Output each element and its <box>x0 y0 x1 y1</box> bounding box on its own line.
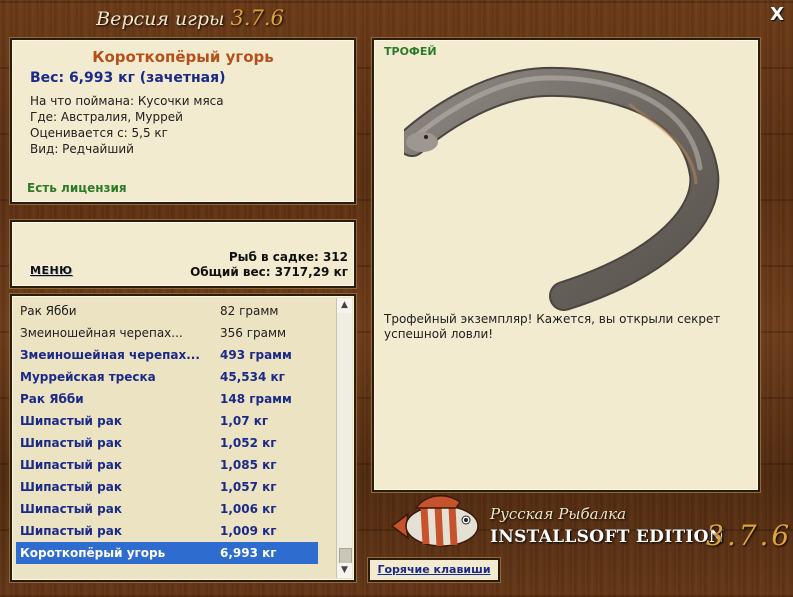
logo-fish-icon <box>390 495 479 547</box>
list-item[interactable]: Шипастый рак 1,052 кг <box>16 432 318 454</box>
edition-label: INSTALLSOFT EDITION <box>490 527 725 547</box>
catch-list-rows: Рак Ябби 82 грамм Змеиношейная черепах... 3… <box>16 300 318 564</box>
catch-name: Рак Ябби <box>20 392 84 406</box>
fish-info-panel: Короткопёрый угорь Вес: 6,993 кг (зачетн… <box>10 38 356 204</box>
list-item[interactable]: Шипастый рак 1,006 кг <box>16 498 318 520</box>
fish-name: Короткопёрый угорь <box>92 48 274 66</box>
list-item[interactable]: Рак Ябби 148 грамм <box>16 388 318 410</box>
catch-name: Шипастый рак <box>20 436 122 450</box>
catch-name: Шипастый рак <box>20 524 122 538</box>
fish-count: Рыб в садке: 312 <box>228 250 348 264</box>
list-item[interactable]: Шипастый рак 1,07 кг <box>16 410 318 432</box>
catch-weight: 1,057 кг <box>220 480 277 494</box>
list-item[interactable]: Муррейская треска 45,534 кг <box>16 366 318 388</box>
scroll-up-icon[interactable]: ▲ <box>337 298 352 313</box>
catch-name: Змеиношейная черепах... <box>20 326 183 340</box>
hotkeys-button[interactable]: Горячие клавиши <box>368 558 500 582</box>
catch-weight: 1,009 кг <box>220 524 277 538</box>
trophy-caption: Трофейный экземпляр! Кажется, вы открыли… <box>384 312 721 341</box>
edition-version: 3.7.6 <box>706 519 793 552</box>
catch-weight: 6,993 кг <box>220 546 277 560</box>
list-item[interactable]: Шипастый рак 1,085 кг <box>16 454 318 476</box>
bait-info: На что поймана: Кусочки мяса <box>30 94 224 108</box>
catch-list[interactable]: Рак Ябби 82 грамм Змеиношейная черепах... 3… <box>10 294 356 582</box>
keepnet-stats-panel: Рыб в садке: 312 Общий вес: 3717,29 кг М… <box>10 220 356 288</box>
catch-name: Рак Ябби <box>20 304 77 318</box>
trophy-panel: ТРОФЕЙ Трофейный экземпляр! Кажется, вы … <box>372 38 760 492</box>
catch-name: Змеиношейная черепах... <box>20 348 200 362</box>
location-info: Где: Австралия, Муррей <box>30 110 183 124</box>
close-icon[interactable]: X <box>770 4 784 25</box>
list-item[interactable]: Змеиношейная черепах... 493 грамм <box>16 344 318 366</box>
catch-weight: 82 грамм <box>220 304 279 318</box>
catch-name: Короткопёрый угорь <box>20 546 166 560</box>
eel-image <box>404 66 720 311</box>
catch-weight: 356 грамм <box>220 326 287 340</box>
catch-name: Шипастый рак <box>20 502 122 516</box>
list-item[interactable]: Короткопёрый угорь 6,993 кг <box>16 542 318 564</box>
catch-weight: 45,534 кг <box>220 370 285 384</box>
game-brand: Русская Рыбалка <box>490 505 627 523</box>
catch-weight: 1,052 кг <box>220 436 277 450</box>
list-item[interactable]: Шипастый рак 1,009 кг <box>16 520 318 542</box>
license-status: Есть лицензия <box>27 181 127 195</box>
catch-name: Шипастый рак <box>20 414 122 428</box>
catch-name: Муррейская треска <box>20 370 156 384</box>
menu-button[interactable]: МЕНЮ <box>30 264 73 277</box>
scroll-down-icon[interactable]: ▼ <box>337 563 352 578</box>
rarity-info: Вид: Редчайший <box>30 142 134 156</box>
window-title: Версия игры 3.7.6 <box>0 6 380 30</box>
catch-weight: 1,006 кг <box>220 502 277 516</box>
trophy-label: ТРОФЕЙ <box>384 45 437 58</box>
version-number: 3.7.6 <box>230 6 284 30</box>
catch-name: Шипастый рак <box>20 458 122 472</box>
version-label: Версия игры <box>96 8 225 30</box>
list-item[interactable]: Шипастый рак 1,057 кг <box>16 476 318 498</box>
scroll-thumb[interactable] <box>339 548 352 564</box>
catch-list-scrollbar[interactable]: ▲ ▼ <box>336 298 352 578</box>
catch-weight: 493 грамм <box>220 348 292 362</box>
catch-weight: 1,085 кг <box>220 458 277 472</box>
rating-info: Оценивается с: 5,5 кг <box>30 126 168 140</box>
catch-name: Шипастый рак <box>20 480 122 494</box>
fish-weight: Вес: 6,993 кг (зачетная) <box>30 70 226 86</box>
catch-weight: 148 грамм <box>220 392 292 406</box>
total-weight: Общий вес: 3717,29 кг <box>190 265 348 279</box>
list-item[interactable]: Рак Ябби 82 грамм <box>16 300 318 322</box>
catch-weight: 1,07 кг <box>220 414 269 428</box>
list-item[interactable]: Змеиношейная черепах... 356 грамм <box>16 322 318 344</box>
